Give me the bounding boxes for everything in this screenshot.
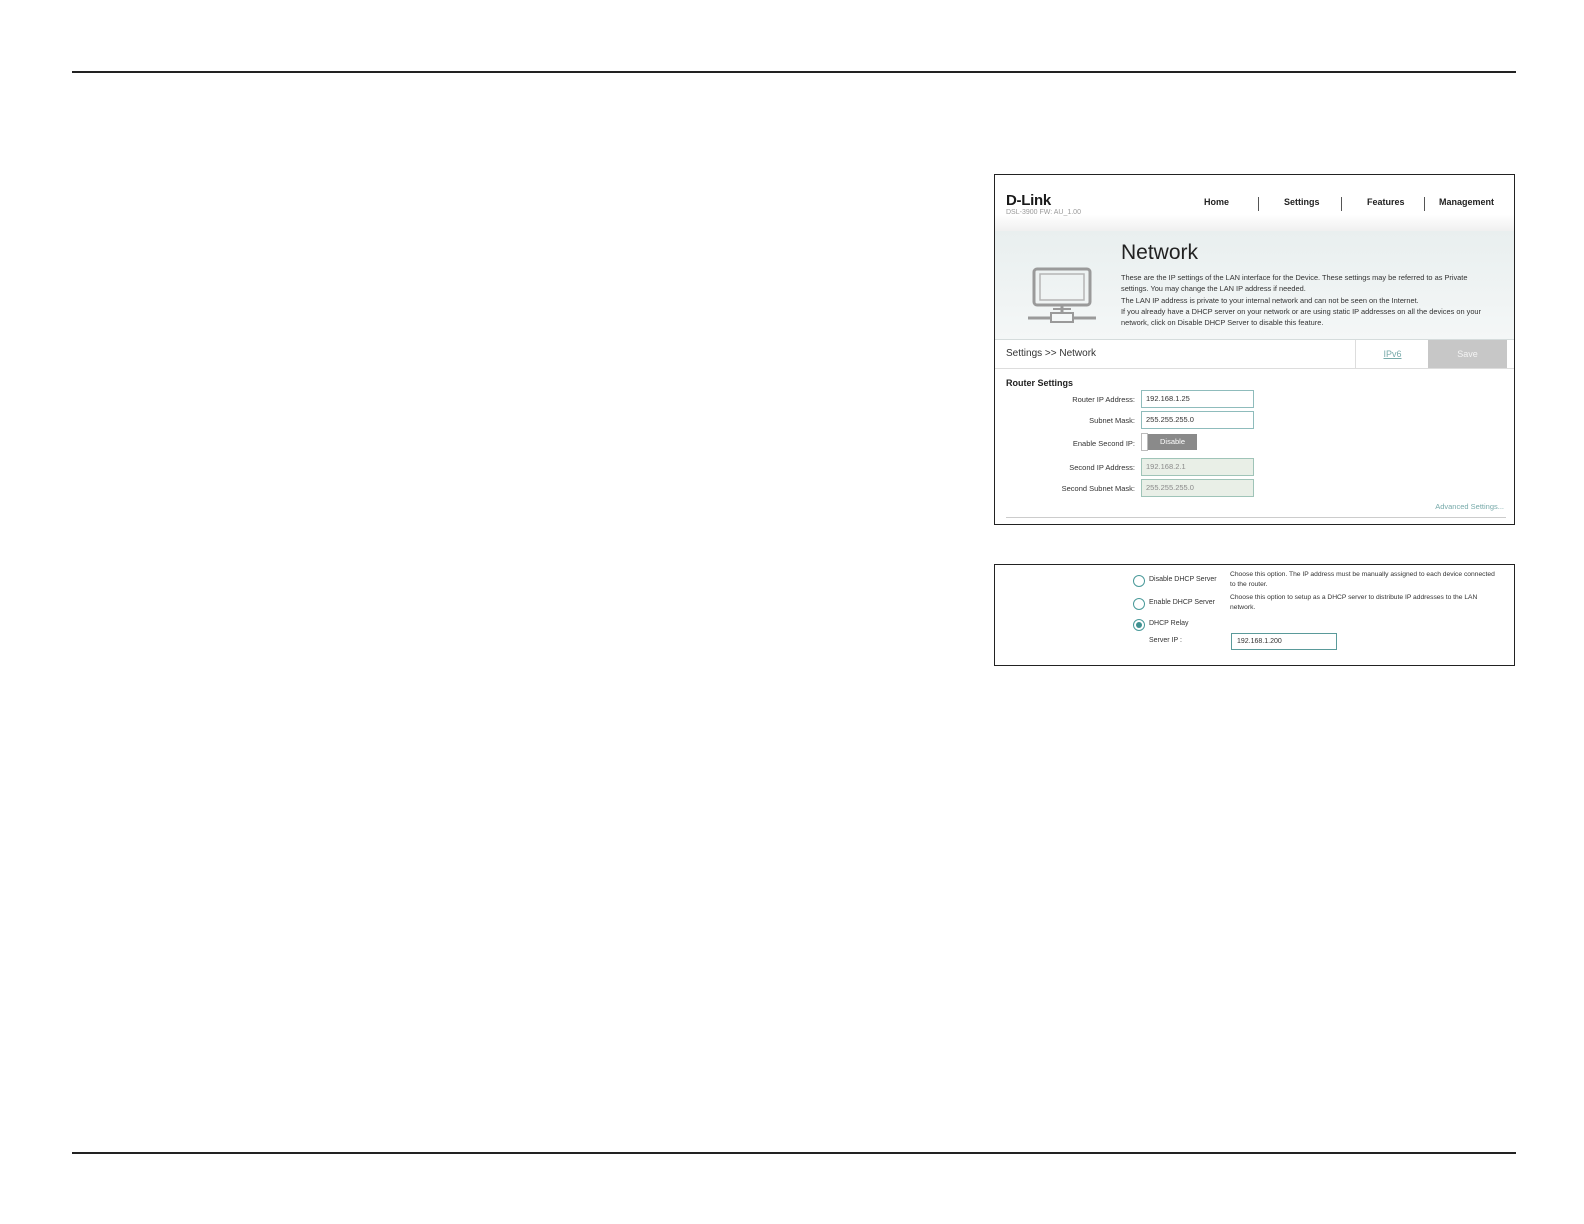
enable-second-ip-label: Enable Second IP: xyxy=(1072,439,1135,448)
subnet-mask-input[interactable]: 255.255.255.0 xyxy=(1141,411,1254,429)
ipv6-link[interactable]: IPv6 xyxy=(1355,340,1429,368)
dhcp-options-screenshot: Disable DHCP Server Choose this option. … xyxy=(994,564,1515,666)
radio-selected-dot xyxy=(1136,622,1142,628)
network-settings-screenshot: D-Link DSL-3900 FW: AU_1.00 Home Setting… xyxy=(994,174,1515,525)
server-ip-input[interactable]: 192.168.1.200 xyxy=(1231,633,1337,650)
page-title: Network xyxy=(1121,241,1199,264)
router-ip-label: Router IP Address: xyxy=(1072,395,1135,404)
dhcp-relay-label: DHCP Relay xyxy=(1149,620,1189,627)
second-subnet-input[interactable]: 255.255.255.0 xyxy=(1141,479,1254,497)
description-line: These are the IP settings of the LAN int… xyxy=(1121,273,1468,282)
router-ip-input[interactable]: 192.168.1.25 xyxy=(1141,390,1254,408)
nav-features[interactable]: Features xyxy=(1367,197,1405,207)
model-firmware-label: DSL-3900 FW: AU_1.00 xyxy=(1006,209,1081,216)
enable-dhcp-label: Enable DHCP Server xyxy=(1149,599,1216,606)
page-bottom-rule xyxy=(72,1152,1516,1154)
save-button[interactable]: Save xyxy=(1428,340,1507,368)
toggle-state: Disable xyxy=(1148,434,1197,450)
dhcp-relay-radio[interactable] xyxy=(1133,619,1145,631)
nav-settings[interactable]: Settings xyxy=(1284,197,1320,207)
advanced-settings-link[interactable]: Advanced Settings... xyxy=(1435,502,1504,511)
description-line: If you already have a DHCP server on you… xyxy=(1121,306,1482,316)
breadcrumb: Settings >> Network xyxy=(1006,348,1097,359)
second-subnet-label: Second Subnet Mask: xyxy=(1061,484,1135,493)
description-line: The LAN IP address is private to your in… xyxy=(1121,295,1419,305)
second-ip-label: Second IP Address: xyxy=(1069,463,1135,472)
description-line: settings. You may change the LAN IP addr… xyxy=(1121,284,1306,294)
disable-dhcp-label: Disable DHCP Server xyxy=(1149,576,1217,583)
disable-dhcp-radio[interactable] xyxy=(1133,575,1145,587)
nav-management[interactable]: Management xyxy=(1439,197,1494,207)
disable-dhcp-description: Choose this option. The IP address must … xyxy=(1230,571,1495,588)
dlink-logo: D-Link xyxy=(1006,192,1051,209)
router-header: D-Link DSL-3900 FW: AU_1.00 Home Setting… xyxy=(995,175,1514,231)
toggle-knob xyxy=(1141,433,1148,451)
subnet-mask-label: Subnet Mask: xyxy=(1089,416,1135,425)
enable-second-ip-toggle[interactable]: Disable xyxy=(1141,433,1197,451)
description-line: network, click on Disable DHCP Server to… xyxy=(1121,318,1324,328)
enable-dhcp-description: Choose this option to setup as a DHCP se… xyxy=(1230,594,1478,611)
enable-dhcp-radio[interactable] xyxy=(1133,598,1145,610)
second-ip-input[interactable]: 192.168.2.1 xyxy=(1141,458,1254,476)
breadcrumb-bar: Settings >> Network IPv6 Save xyxy=(995,340,1514,369)
computer-network-icon xyxy=(1028,267,1096,323)
nav-separator xyxy=(1424,197,1425,211)
page-top-rule xyxy=(72,71,1516,73)
nav-separator xyxy=(1341,197,1342,211)
nav-home[interactable]: Home xyxy=(1204,197,1229,207)
nav-separator xyxy=(1258,197,1259,211)
page-description: These are the IP settings of the LAN int… xyxy=(1121,272,1493,328)
page-banner: Network These are the IP settings of the… xyxy=(995,231,1514,340)
section-divider xyxy=(1006,517,1506,518)
server-ip-label: Server IP : xyxy=(1149,637,1182,644)
router-settings-heading: Router Settings xyxy=(1006,378,1074,388)
